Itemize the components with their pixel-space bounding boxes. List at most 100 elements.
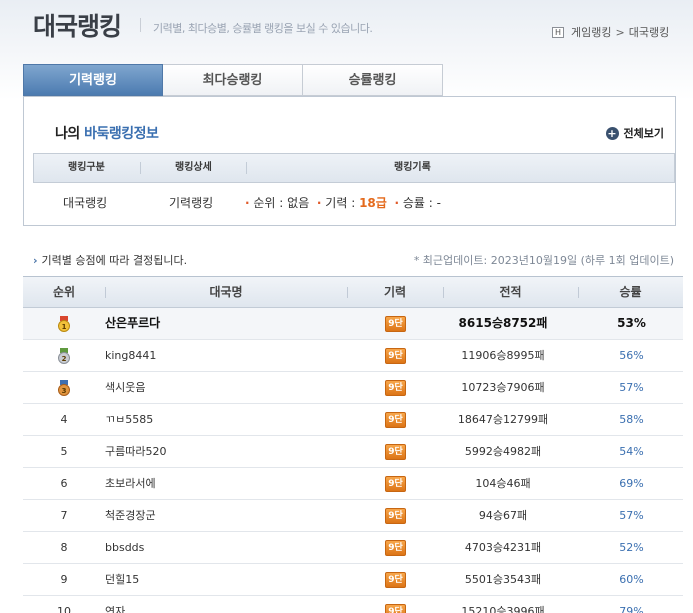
page-title: 대국랭킹 [33,12,122,41]
win-rate: 69% [619,477,644,490]
level-badge: 9단 [385,508,406,524]
bronze-medal-icon: 3 [57,380,71,396]
player-name[interactable]: ㄲㅂ5585 [105,404,153,435]
table-row: 10 연자 9단 15210승3996패 79% [23,596,683,613]
my-col-detail: 랭킹상세 [175,162,212,173]
winrate-value: - [436,196,441,210]
rank-number: 10 [57,605,71,613]
page-header: 대국랭킹 기력별, 최다승별, 승률별 랭킹을 보실 수 있습니다. H 게임랭… [0,0,693,50]
player-name[interactable]: 산은푸르다 [105,308,160,339]
rank-number: 7 [60,509,68,522]
table-row: 9 던힐15 9단 5501승3543패 60% [23,564,683,596]
player-name[interactable]: 던힐15 [105,564,139,595]
win-loss-record: 11906승8995패 [461,349,545,362]
win-rate: 52% [619,541,644,554]
win-loss-record: 94승67패 [478,509,528,522]
breadcrumb: H 게임랭킹 > 대국랭킹 [552,24,669,40]
rank-number: 6 [60,477,68,490]
level-badge: 9단 [385,476,406,492]
plus-icon: + [605,126,619,140]
win-rate: 60% [619,573,644,586]
table-row: 8 bbsdds 9단 4703승4231패 52% [23,532,683,564]
svg-text:3: 3 [62,387,67,395]
column-divider [140,162,141,174]
my-col-record: 랭킹기록 [394,162,431,173]
level-badge: 9단 [385,540,406,556]
win-rate: 54% [619,445,644,458]
table-row: 1 산은푸르다 9단 8615승8752패 53% [23,308,683,340]
level-badge: 9단 [385,380,406,396]
rank-label: 순위 : [253,196,284,210]
col-name: 대국명 [209,285,243,299]
player-name[interactable]: 초보라서에 [105,468,156,499]
win-loss-record: 4703승4231패 [464,541,542,554]
table-row: 4 ㄲㅂ5585 9단 18647승12799패 58% [23,404,683,436]
level-value: 18급 [359,196,387,210]
win-rate: 57% [619,381,644,394]
home-icon[interactable]: H [552,26,564,38]
win-loss-record: 15210승3996패 [461,605,545,613]
title-divider [140,18,141,32]
my-ranking-category: 대국랭킹 [63,196,108,210]
svg-text:2: 2 [62,355,67,363]
my-ranking-box: 나의 바둑랭킹정보 + 전체보기 랭킹구분 랭킹상세 랭킹기록 대국랭킹 기력랭… [23,96,676,226]
my-ranking-row: 대국랭킹 기력랭킹 · 순위 : 없음 · 기력 : 18급 · 승률 : - [33,183,675,221]
breadcrumb-separator: > [615,25,625,39]
table-row: 5 구름따라520 9단 5992승4982패 54% [23,436,683,468]
ranking-table-header: 순위 대국명 기력 전적 승률 [23,277,683,308]
arrow-right-icon: › [33,254,38,267]
my-ranking-detail: 기력랭킹 [169,196,214,210]
player-name[interactable]: bbsdds [105,532,144,563]
my-ranking-title: 나의 바둑랭킹정보 [55,123,159,143]
bullet-icon: · [316,196,322,210]
ranking-table-body: 1 산은푸르다 9단 8615승8752패 53% 2 king8441 9단 11906승89… [23,308,683,613]
player-name[interactable]: 연자 [105,596,125,613]
col-record: 전적 [499,285,522,299]
my-ranking-header: 랭킹구분 랭킹상세 랭킹기록 [33,153,675,183]
tab-most-wins-ranking[interactable]: 최다승랭킹 [163,64,303,96]
breadcrumb-parent[interactable]: 게임랭킹 [571,24,611,40]
win-loss-record: 104승46패 [475,477,531,490]
player-name[interactable]: 색시웃음 [105,372,145,403]
player-name[interactable]: 구름따라520 [105,436,166,467]
my-ranking-title-highlight: 바둑랭킹정보 [84,126,159,142]
tab-winrate-ranking[interactable]: 승률랭킹 [303,64,443,96]
win-rate: 53% [617,316,646,330]
tab-level-ranking[interactable]: 기력랭킹 [23,64,163,96]
rank-number: 4 [60,413,68,426]
rank-number: 9 [60,573,68,586]
col-rank: 순위 [52,285,76,299]
table-row: 3 색시웃음 9단 10723승7906패 57% [23,372,683,404]
table-row: 2 king8441 9단 11906승8995패 56% [23,340,683,372]
bullet-icon: · [245,196,250,210]
ranking-note: › 기력별 승점에 따라 결정됩니다. [33,252,187,268]
column-divider [246,162,247,174]
level-badge: 9단 [385,316,406,332]
level-badge: 9단 [385,348,406,364]
bullet-icon: · [394,196,400,210]
full-view-button[interactable]: + 전체보기 [605,125,664,141]
level-badge: 9단 [385,572,406,588]
win-rate: 56% [619,349,644,362]
player-name[interactable]: king8441 [105,340,156,371]
gold-medal-icon: 1 [57,316,71,332]
breadcrumb-current: 대국랭킹 [628,26,670,39]
win-rate: 57% [619,509,644,522]
win-loss-record: 18647승12799패 [457,413,549,426]
col-level: 기력 [383,285,407,299]
level-badge: 9단 [385,412,406,428]
win-loss-record: 10723승7906패 [461,381,545,394]
col-winrate: 승률 [619,285,642,299]
table-row: 6 초보라서에 9단 104승46패 69% [23,468,683,500]
winrate-label: 승률 : [402,196,433,210]
svg-text:1: 1 [62,323,67,331]
rank-value: 없음 [287,196,310,210]
my-ranking-title-prefix: 나의 [55,126,85,142]
level-badge: 9단 [385,604,406,613]
win-loss-record: 8615승8752패 [458,316,548,330]
win-loss-record: 5501승3543패 [464,573,542,586]
ranking-table: 순위 대국명 기력 전적 승률 1 산은푸르다 9단 8615승8752패 53% 2 ki… [23,276,683,613]
update-info: * 최근업데이트: 2023년10월19일 (하루 1회 업데이트) [413,254,674,267]
player-name[interactable]: 척준경장군 [105,500,156,531]
my-col-category: 랭킹구분 [68,162,105,173]
